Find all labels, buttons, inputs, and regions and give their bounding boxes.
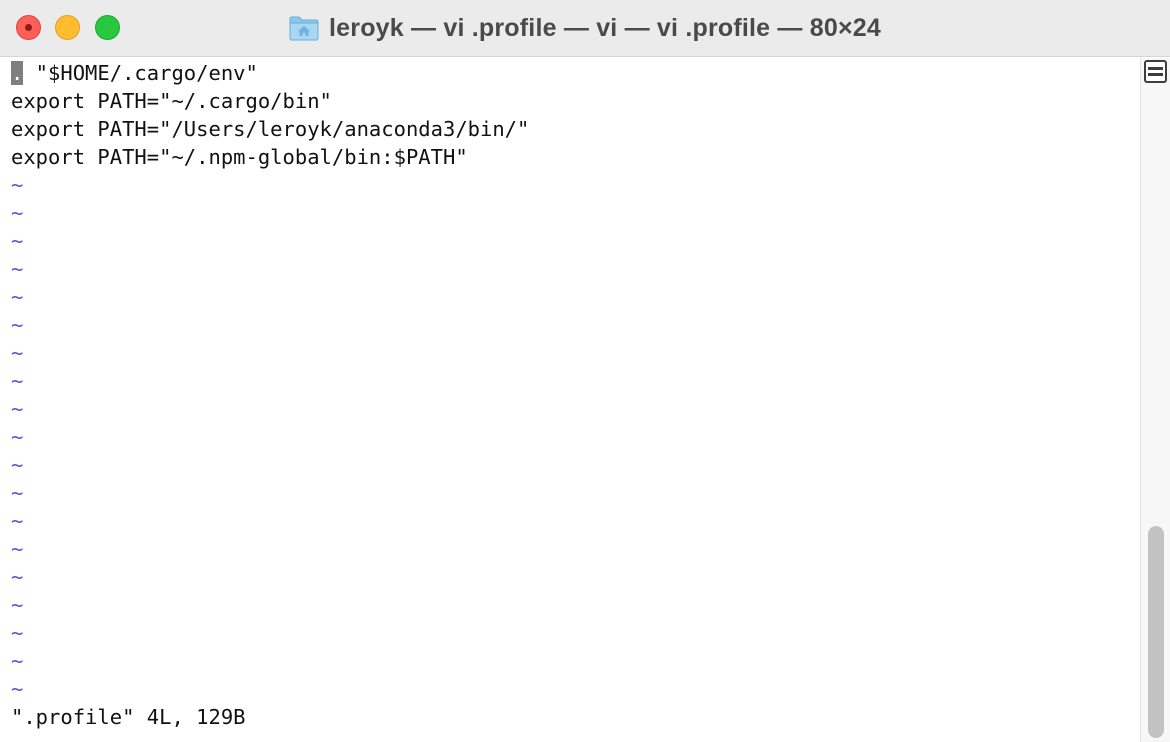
empty-line-marker: ~ (11, 201, 24, 225)
title-bar[interactable]: leroyk — vi .profile — vi — vi .profile … (0, 0, 1170, 57)
empty-line-marker: ~ (11, 229, 24, 253)
editor-line-4: export PATH="~/.npm-global/bin:$PATH" (11, 145, 468, 169)
empty-line-marker: ~ (11, 649, 24, 673)
empty-line-marker: ~ (11, 313, 24, 337)
empty-line-marker: ~ (11, 341, 24, 365)
empty-line-marker: ~ (11, 565, 24, 589)
scroll-thumb[interactable] (1148, 526, 1164, 738)
empty-line-marker: ~ (11, 173, 24, 197)
empty-line-marker: ~ (11, 509, 24, 533)
empty-line-marker: ~ (11, 677, 24, 701)
window-title: leroyk — vi .profile — vi — vi .profile … (329, 14, 881, 42)
empty-line-marker: ~ (11, 453, 24, 477)
empty-line-marker: ~ (11, 369, 24, 393)
home-folder-icon (289, 16, 319, 40)
title-area: leroyk — vi .profile — vi — vi .profile … (0, 0, 1170, 57)
text-cursor: . (11, 61, 24, 85)
empty-line-marker: ~ (11, 537, 24, 561)
empty-line-marker: ~ (11, 285, 24, 309)
empty-line-marker: ~ (11, 621, 24, 645)
editor-line-3: export PATH="/Users/leroyk/anaconda3/bin… (11, 117, 530, 141)
empty-line-marker: ~ (11, 593, 24, 617)
editor-line-1: . "$HOME/.cargo/env" (11, 59, 1140, 87)
line-text: "$HOME/.cargo/env" (23, 61, 258, 85)
empty-line-marker: ~ (11, 425, 24, 449)
vertical-scrollbar[interactable] (1140, 58, 1170, 742)
terminal-window: leroyk — vi .profile — vi — vi .profile … (0, 0, 1170, 742)
empty-line-marker: ~ (11, 481, 24, 505)
terminal-content[interactable]: . "$HOME/.cargo/env" export PATH="~/.car… (0, 58, 1140, 742)
empty-line-marker: ~ (11, 397, 24, 421)
empty-line-marker: ~ (11, 257, 24, 281)
split-pane-icon[interactable] (1144, 60, 1167, 83)
status-line: ".profile" 4L, 129B (11, 705, 246, 729)
editor-line-2: export PATH="~/.cargo/bin" (11, 89, 332, 113)
